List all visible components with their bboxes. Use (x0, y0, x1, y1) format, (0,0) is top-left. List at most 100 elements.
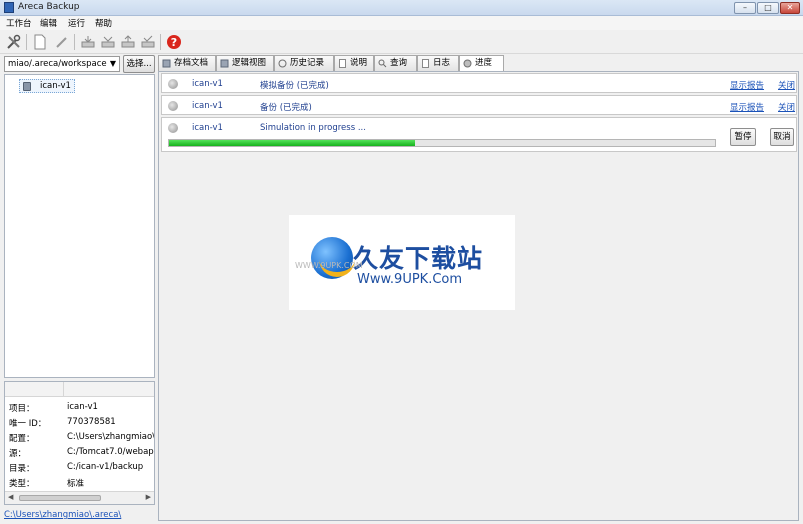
property-key: 类型： (9, 479, 35, 489)
menu-bar: 工作台 编辑 运行 帮助 (0, 16, 803, 30)
tab-label: 日志 (433, 58, 451, 68)
tab-label: 说明 (350, 58, 368, 68)
pause-button[interactable]: 暂停 (730, 128, 756, 146)
tools-icon[interactable] (6, 34, 22, 50)
tab-progress[interactable]: 进度 (459, 55, 504, 72)
tab-history[interactable]: 历史记录 (274, 55, 334, 71)
scroll-thumb[interactable] (19, 495, 101, 501)
toolbar-separator (160, 34, 161, 50)
task-name: ican-v1 (192, 123, 223, 133)
task-name: ican-v1 (192, 101, 223, 111)
show-report-link[interactable]: 显示报告 (730, 79, 764, 91)
maximize-button[interactable]: □ (757, 2, 779, 14)
properties-header (5, 382, 154, 397)
progress-bar (168, 139, 716, 147)
close-task-link[interactable]: 关闭 (778, 79, 795, 91)
database-icon (23, 82, 31, 91)
search-icon (378, 59, 387, 68)
choose-workspace-button[interactable]: 选择... (123, 55, 155, 73)
tab-search[interactable]: 查询 (374, 55, 417, 71)
close-task-link[interactable]: 关闭 (778, 101, 795, 113)
property-value: C:/ican-v1/backup (67, 462, 144, 472)
tab-label: 历史记录 (290, 58, 325, 68)
cancel-button[interactable]: 取消 (770, 128, 794, 146)
watermark-faint-text: WWW.9UPK.COM (295, 261, 363, 270)
merge-icon[interactable] (100, 34, 116, 50)
tab-label: 进度 (475, 58, 493, 68)
tree-item-ican-v1[interactable]: ican-v1 (19, 79, 75, 93)
tree-item-label: ican-v1 (40, 81, 71, 91)
watermark-title: 久友下载站 (353, 244, 484, 273)
property-key: 目录： (9, 464, 35, 474)
task-row-running: ican-v1 Simulation in progress ... 暂停 取消 (161, 117, 797, 152)
property-key: 项目： (9, 404, 35, 414)
scroll-right-icon[interactable]: ▶ (146, 493, 151, 501)
progress-fill (169, 140, 415, 146)
document-icon (422, 59, 429, 68)
title-bar: Areca Backup – □ ✕ (0, 0, 803, 16)
menu-run[interactable]: 运行 (68, 17, 85, 29)
edit-icon[interactable] (54, 34, 70, 50)
property-key: 源： (9, 449, 27, 459)
column-divider (63, 382, 64, 397)
show-report-link[interactable]: 显示报告 (730, 101, 764, 113)
task-status: Simulation in progress ... (260, 123, 366, 133)
scroll-left-icon[interactable]: ◀ (8, 493, 13, 501)
property-key: 唯一 ID： (9, 419, 47, 429)
property-value: C:/Tomcat7.0/webapp (67, 447, 155, 457)
tab-label: 存档文档 (174, 58, 209, 68)
property-key: 配置： (9, 434, 35, 444)
close-window-button[interactable]: ✕ (780, 2, 800, 14)
property-row: 目录： C:/ican-v1/backup (5, 460, 154, 475)
property-row: 唯一 ID： 770378581 (5, 415, 154, 430)
tab-label: 查询 (390, 58, 408, 68)
config-path-link[interactable]: C:\Users\zhangmiao\.areca\ (4, 510, 121, 520)
watermark-logo: 久友下载站 Www.9UPK.Com WWW.9UPK.COM (289, 215, 515, 310)
task-status: 模拟备份 (已完成) (260, 81, 329, 91)
check-icon[interactable] (140, 34, 156, 50)
target-tree: ican-v1 (4, 74, 155, 378)
minimize-button[interactable]: – (734, 2, 756, 14)
tab-archives[interactable]: 存档文档 (158, 55, 216, 71)
chevron-down-icon: ▼ (109, 59, 116, 68)
history-icon (278, 59, 287, 68)
menu-edit[interactable]: 编辑 (40, 17, 57, 29)
task-status: 备份 (已完成) (260, 103, 312, 113)
properties-panel: 项目： ican-v1 唯一 ID： 770378581 配置： C:\Users\z… (4, 381, 155, 505)
toolbar: ? (0, 30, 803, 54)
help-icon[interactable]: ? (166, 34, 182, 50)
watermark-url: Www.9UPK.Com (357, 272, 463, 287)
menu-workspace[interactable]: 工作台 (6, 17, 32, 29)
menu-help[interactable]: 帮助 (95, 17, 112, 29)
new-document-icon[interactable] (32, 34, 48, 50)
property-value: C:\Users\zhangmiao\ (67, 432, 155, 442)
property-value: 标准 (67, 479, 85, 489)
document-icon (339, 59, 346, 68)
database-icon (220, 59, 229, 68)
gear-icon (168, 101, 178, 111)
tab-log[interactable]: 日志 (417, 55, 459, 71)
backup-icon[interactable] (80, 34, 96, 50)
gear-icon (168, 123, 178, 133)
database-icon (162, 59, 171, 68)
property-row: 类型： 标准 (5, 475, 154, 490)
gear-icon (168, 79, 178, 89)
property-value: ican-v1 (67, 402, 98, 412)
tab-description[interactable]: 说明 (334, 55, 374, 71)
tab-logical-view[interactable]: 逻辑视图 (216, 55, 274, 71)
property-row: 配置： C:\Users\zhangmiao\ (5, 430, 154, 445)
property-value: 770378581 (67, 417, 116, 427)
horizontal-scrollbar[interactable]: ◀ ▶ (5, 491, 154, 504)
workspace-select[interactable]: miao/.areca/workspace ▼ (4, 56, 120, 72)
task-name: ican-v1 (192, 79, 223, 89)
progress-panel: ican-v1 模拟备份 (已完成) 显示报告 关闭 ican-v1 备份 (已… (158, 71, 799, 521)
tab-label: 逻辑视图 (232, 58, 267, 68)
toolbar-separator (26, 34, 27, 50)
property-row: 源： C:/Tomcat7.0/webapp (5, 445, 154, 460)
property-row: 项目： ican-v1 (5, 400, 154, 415)
recover-icon[interactable] (120, 34, 136, 50)
svg-text:?: ? (171, 36, 177, 49)
app-icon (4, 2, 14, 13)
workspace-path: miao/.areca/workspace (8, 59, 107, 69)
gear-icon (463, 59, 472, 68)
